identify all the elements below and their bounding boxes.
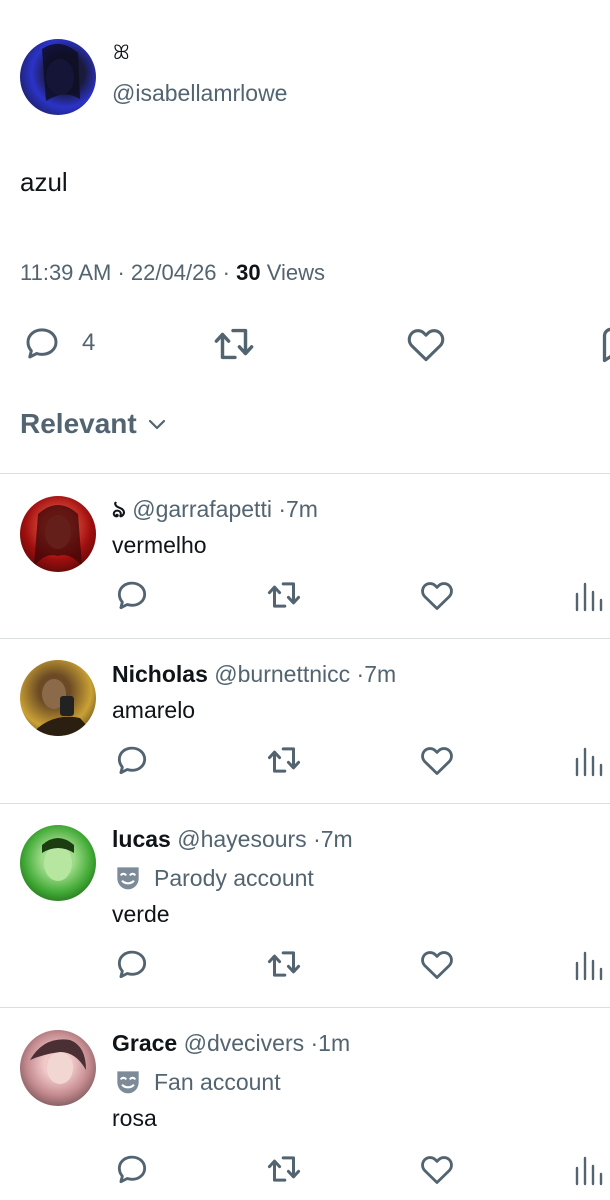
like-button[interactable]	[417, 741, 457, 779]
reply-header: ঌ @garrafapetti ·7m	[112, 494, 318, 524]
account-badge: Fan account	[112, 1066, 281, 1098]
mask-icon	[117, 867, 139, 890]
author-display-name[interactable]: ꕤ	[113, 42, 130, 64]
like-icon	[421, 747, 453, 775]
reply-handle[interactable]: @garrafapetti	[132, 496, 272, 522]
views-label: Views	[266, 260, 326, 285]
meta-separator: ·	[117, 260, 125, 285]
badge-label: Parody account	[154, 865, 314, 891]
reply-avatar[interactable]	[20, 496, 96, 572]
repost-button[interactable]	[263, 1150, 305, 1188]
repost-button[interactable]	[263, 945, 305, 983]
reply-button[interactable]	[112, 741, 152, 779]
post-text: azul	[20, 167, 68, 197]
reply-header: Nicholas @burnettnicc ·7m	[112, 659, 396, 689]
mask-icon	[117, 1071, 139, 1094]
reply-text: amarelo	[112, 697, 196, 723]
reply-icon	[117, 1155, 147, 1184]
like-icon	[407, 329, 445, 362]
reply-count: 4	[82, 329, 96, 356]
reply-icon	[117, 950, 147, 979]
views-button[interactable]	[574, 947, 606, 981]
repost-button[interactable]	[263, 741, 305, 779]
bookmark-button[interactable]	[598, 322, 610, 366]
views-button[interactable]	[574, 578, 606, 612]
views-icon	[575, 747, 603, 777]
reply-text: verde	[112, 901, 170, 927]
repost-icon	[267, 582, 301, 608]
reply-text: vermelho	[112, 532, 207, 558]
post-date[interactable]: 22/04/26	[131, 260, 217, 285]
reply-display-name[interactable]: ঌ	[112, 496, 126, 522]
reply-handle[interactable]: @dvecivers	[184, 1030, 305, 1056]
repost-icon	[267, 747, 301, 773]
like-button[interactable]	[403, 322, 449, 366]
like-button[interactable]	[417, 1150, 457, 1188]
views-icon	[575, 582, 603, 612]
reply-avatar[interactable]	[20, 1030, 96, 1106]
reply-text: rosa	[112, 1105, 157, 1131]
views-count: 30	[236, 260, 261, 285]
badge-label: Fan account	[154, 1069, 281, 1095]
reply-display-name[interactable]: Nicholas	[112, 661, 208, 687]
divider	[0, 1007, 610, 1008]
reply-header: lucas @hayesours ·7m	[112, 824, 353, 854]
reply-header: Grace @dvecivers ·1m	[112, 1028, 350, 1058]
views-button[interactable]	[574, 743, 606, 777]
chevron-down-icon	[148, 419, 165, 430]
reply-display-name[interactable]: lucas	[112, 826, 171, 852]
like-icon	[421, 951, 453, 979]
author-avatar[interactable]	[20, 39, 96, 115]
reply-icon	[20, 322, 64, 364]
reply-avatar[interactable]	[20, 825, 96, 901]
views-icon	[575, 951, 603, 981]
repost-button[interactable]	[209, 321, 259, 367]
like-icon	[421, 582, 453, 610]
sort-label: Relevant	[20, 408, 137, 439]
reply-time[interactable]: 7m	[364, 661, 396, 687]
post-time[interactable]: 11:39 AM	[20, 260, 111, 285]
repost-icon	[267, 1156, 301, 1182]
reply-icon	[117, 746, 147, 775]
views-icon	[575, 1156, 603, 1186]
meta-separator: ·	[222, 260, 230, 285]
views-button[interactable]	[574, 1152, 606, 1186]
reply-button[interactable]	[112, 1150, 152, 1188]
reply-handle[interactable]: @burnettnicc	[214, 661, 350, 687]
post-meta: 11:39 AM · 22/04/26 · 30 Views	[20, 259, 325, 287]
reply-avatar[interactable]	[20, 660, 96, 736]
reply-handle[interactable]: @hayesours	[177, 826, 306, 852]
divider	[0, 638, 610, 639]
sort-selector[interactable]: Relevant	[20, 406, 169, 442]
author-handle[interactable]: @isabellamrlowe	[112, 79, 287, 107]
meta-separator: ·	[278, 496, 287, 522]
divider	[0, 473, 610, 474]
account-badge: Parody account	[112, 862, 314, 894]
repost-button[interactable]	[263, 576, 305, 614]
like-icon	[421, 1156, 453, 1184]
repost-icon	[214, 328, 254, 360]
bookmark-icon	[602, 327, 610, 363]
meta-separator: ·	[313, 826, 321, 852]
reply-time[interactable]: 7m	[321, 826, 353, 852]
like-button[interactable]	[417, 945, 457, 983]
reply-display-name[interactable]: Grace	[112, 1030, 177, 1056]
reply-icon	[117, 581, 147, 610]
reply-time[interactable]: 1m	[318, 1030, 350, 1056]
divider	[0, 803, 610, 804]
reply-button[interactable]: 4	[20, 322, 95, 364]
reply-time[interactable]: 7m	[286, 496, 318, 522]
like-button[interactable]	[417, 576, 457, 614]
reply-button[interactable]	[112, 945, 152, 983]
reply-button[interactable]	[112, 576, 152, 614]
repost-icon	[267, 951, 301, 977]
